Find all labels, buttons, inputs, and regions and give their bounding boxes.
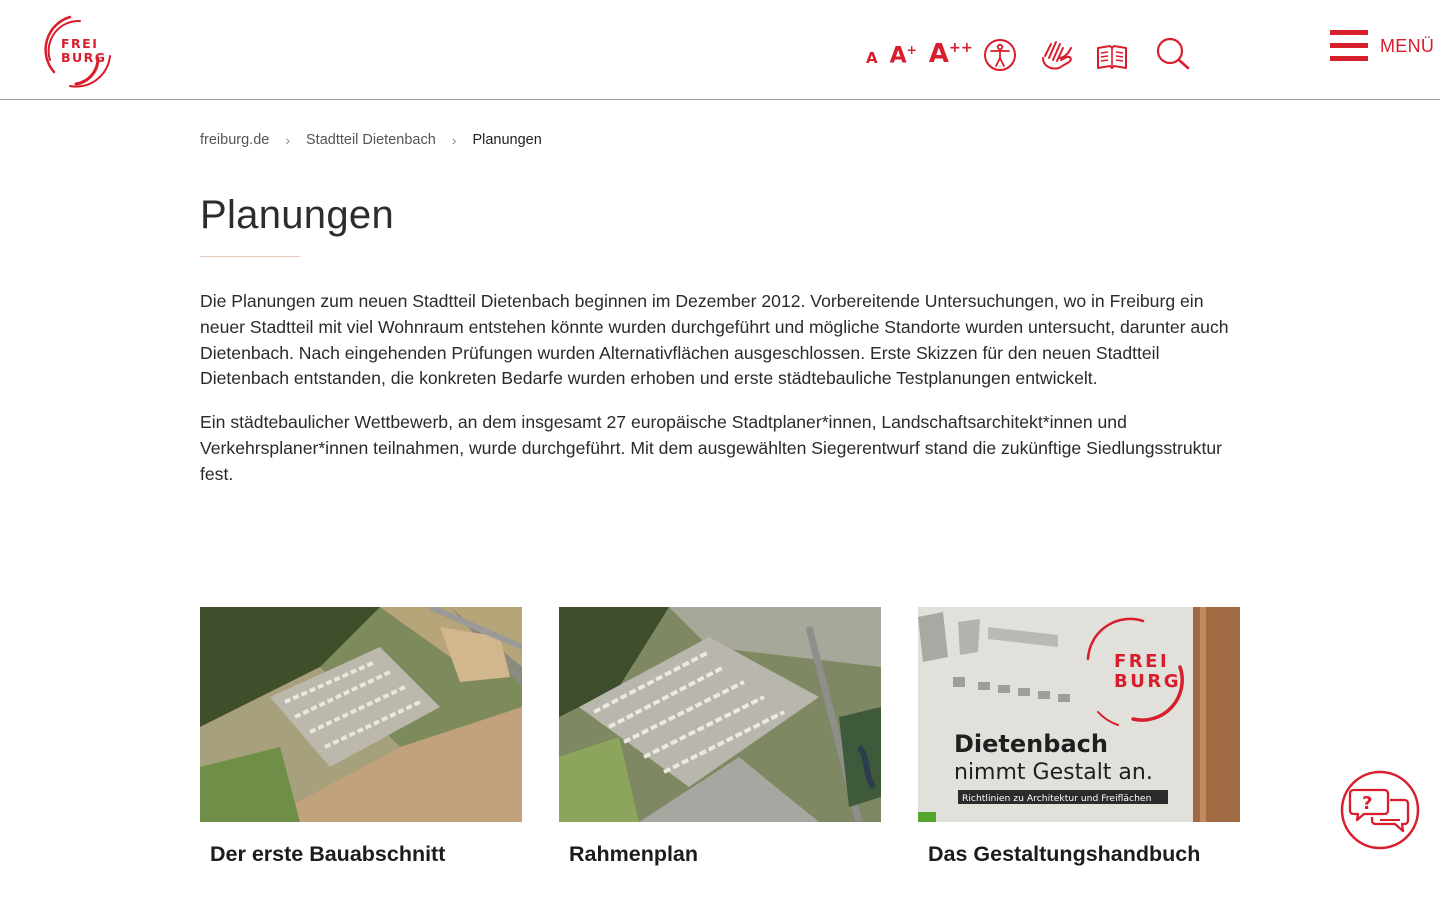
card-erster-bauabschnitt[interactable]: Der erste Bauabschnitt <box>200 607 522 867</box>
svg-text:Richtlinien zu Architektur und: Richtlinien zu Architektur und Freifläch… <box>962 793 1152 804</box>
search-icon[interactable] <box>1155 36 1191 76</box>
chat-help-icon: ? <box>1340 770 1420 850</box>
svg-text:BURG: BURG <box>1114 671 1181 692</box>
font-size-medium-label: A <box>889 43 907 68</box>
accessibility-toolbar: A A+ A++ <box>866 32 1191 76</box>
card-gestaltungshandbuch[interactable]: FREI BURG Dietenbach nimmt Gestalt an. R… <box>918 607 1240 867</box>
aerial-image-bauabschnitt <box>200 607 522 822</box>
font-size-medium-sup: + <box>906 42 917 57</box>
handbook-cover-image: FREI BURG Dietenbach nimmt Gestalt an. R… <box>918 607 1240 822</box>
svg-text:FREI: FREI <box>61 36 98 51</box>
font-size-large-label: A <box>928 39 949 69</box>
paragraph: Die Planungen zum neuen Stadtteil Dieten… <box>200 291 1229 389</box>
font-size-small-label: A <box>866 49 878 67</box>
intro-text: Die Planungen zum neuen Stadtteil Dieten… <box>200 289 1245 506</box>
font-size-medium-button[interactable]: A+ <box>889 42 917 68</box>
svg-text:BURG: BURG <box>61 50 107 65</box>
card-title: Der erste Bauabschnitt <box>210 842 446 866</box>
breadcrumb-separator: › <box>285 132 290 148</box>
site-header: FREI BURG A A+ A++ MENÜ <box>0 0 1440 100</box>
accessibility-icon[interactable] <box>983 38 1017 76</box>
logo-ring-icon: FREI BURG <box>44 15 111 88</box>
card-rahmenplan[interactable]: Rahmenplan <box>559 607 881 867</box>
svg-text:FREI: FREI <box>1114 651 1169 672</box>
breadcrumb-home-link[interactable]: freiburg.de <box>200 132 269 148</box>
page-title: Planungen <box>200 193 394 237</box>
breadcrumb-separator: › <box>451 132 457 148</box>
font-size-large-button[interactable]: A++ <box>929 41 973 67</box>
font-size-small-button[interactable]: A <box>866 51 878 66</box>
breadcrumb: freiburg.de › Stadtteil Dietenbach › Pla… <box>200 132 542 148</box>
breadcrumb-dietenbach-link[interactable]: Stadtteil Dietenbach <box>306 132 436 148</box>
svg-text:?: ? <box>1362 793 1372 814</box>
hamburger-icon <box>1330 30 1368 62</box>
font-size-large-sup: ++ <box>948 40 973 56</box>
svg-text:Dietenbach: Dietenbach <box>954 730 1108 758</box>
svg-text:nimmt Gestalt an.: nimmt Gestalt an. <box>954 760 1153 785</box>
menu-label: MENÜ <box>1380 35 1435 56</box>
title-underline <box>200 256 300 257</box>
card-title: Das Gestaltungshandbuch <box>928 842 1201 866</box>
aerial-image-rahmenplan <box>559 607 881 822</box>
paragraph: Ein städtebaulicher Wettbewerb, an dem i… <box>200 412 1223 484</box>
chat-help-button[interactable]: ? <box>1340 770 1420 850</box>
card-title: Rahmenplan <box>569 842 699 866</box>
menu-button[interactable]: MENÜ <box>1330 30 1434 62</box>
sign-language-icon[interactable] <box>1039 36 1075 76</box>
easy-language-icon[interactable] <box>1095 42 1129 76</box>
breadcrumb-current: Planungen <box>472 132 542 148</box>
freiburg-logo[interactable]: FREI BURG <box>40 12 118 88</box>
